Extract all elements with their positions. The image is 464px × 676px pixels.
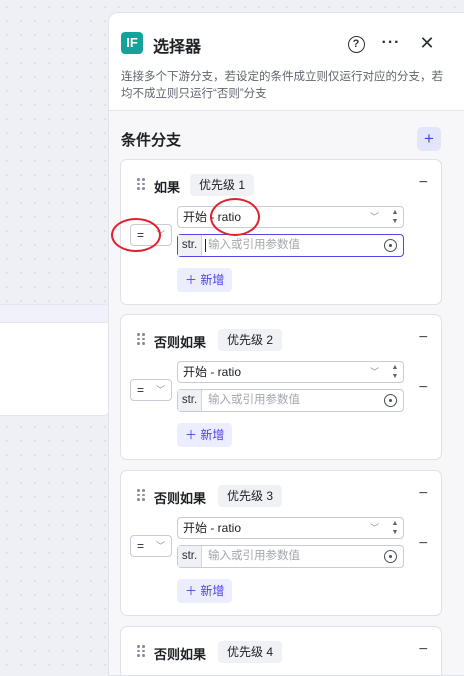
value-placeholder: 输入或引用参数值 bbox=[208, 550, 300, 562]
add-condition-button[interactable]: ＋ 新增 bbox=[177, 268, 233, 292]
type-tag: str. bbox=[178, 235, 202, 256]
value-input[interactable]: str. 输入或引用参数值 bbox=[177, 234, 404, 257]
branch-label: 否则如果 bbox=[154, 335, 207, 350]
help-glyph: ? bbox=[347, 36, 365, 53]
priority-badge: 优先级 3 bbox=[218, 485, 283, 507]
value-input[interactable]: str. 输入或引用参数值 bbox=[177, 545, 404, 568]
branch-card-2: 否则如果 优先级 2 − − = ﹀ 开始 - ratio ﹀ ▲ ▼ str. 输入或引… bbox=[120, 314, 442, 460]
reference-icon[interactable] bbox=[384, 239, 397, 252]
add-branch-button[interactable]: + bbox=[417, 127, 441, 151]
add-condition-button[interactable]: ＋ 新增 bbox=[177, 423, 233, 447]
remove-branch-icon[interactable]: − bbox=[419, 485, 428, 503]
section-title: 条件分支 bbox=[121, 132, 182, 149]
panel-header: IF 选择器 ? ··· ✕ 连接多个下游分支，若设定的条件成立则仅运行对应的分… bbox=[109, 13, 464, 111]
spinner-icon[interactable]: ▲ ▼ bbox=[390, 519, 400, 537]
remove-branch-icon[interactable]: − bbox=[419, 641, 428, 659]
variable-select[interactable]: 开始 - ratio ﹀ ▲ ▼ bbox=[177, 361, 404, 383]
variable-value: 开始 - ratio bbox=[183, 365, 242, 379]
more-icon[interactable]: ··· bbox=[380, 32, 402, 54]
branch-card-4: 否则如果 优先级 4 − bbox=[120, 626, 442, 675]
remove-condition-icon[interactable]: − bbox=[419, 379, 428, 397]
chevron-down-icon: ﹀ bbox=[155, 541, 165, 551]
variable-value: 开始 - ratio bbox=[183, 210, 242, 224]
type-tag: str. bbox=[178, 546, 202, 567]
drag-handle-icon[interactable] bbox=[137, 645, 145, 657]
branch-label: 如果 bbox=[154, 180, 181, 195]
branch-label: 否则如果 bbox=[154, 647, 207, 662]
drag-handle-icon[interactable] bbox=[137, 333, 145, 345]
spin-down-icon: ▼ bbox=[391, 529, 399, 536]
help-icon[interactable]: ? bbox=[345, 32, 367, 54]
chevron-down-icon: ﹀ bbox=[369, 212, 379, 222]
branch-label: 否则如果 bbox=[154, 491, 207, 506]
panel-description: 连接多个下游分支，若设定的条件成立则仅运行对应的分支，若均不成立则只运行“否则”… bbox=[121, 71, 443, 100]
variable-select[interactable]: 开始 - ratio ﹀ ▲ ▼ bbox=[177, 517, 404, 539]
operator-value: = bbox=[137, 383, 145, 397]
add-condition-button[interactable]: ＋ 新增 bbox=[177, 579, 233, 603]
close-icon[interactable]: ✕ bbox=[416, 32, 438, 54]
canvas-node-preview bbox=[0, 304, 110, 416]
priority-badge: 优先级 2 bbox=[218, 329, 283, 351]
text-caret bbox=[205, 239, 206, 252]
chevron-down-icon: ﹀ bbox=[155, 385, 165, 395]
spinner-icon[interactable]: ▲ ▼ bbox=[390, 363, 400, 381]
spin-up-icon: ▲ bbox=[391, 520, 399, 527]
priority-badge: 优先级 4 bbox=[218, 641, 283, 663]
operator-value: = bbox=[137, 539, 145, 553]
selector-panel: IF 选择器 ? ··· ✕ 连接多个下游分支，若设定的条件成立则仅运行对应的分… bbox=[108, 12, 464, 676]
reference-icon[interactable] bbox=[384, 394, 397, 407]
panel-title: 选择器 bbox=[153, 39, 202, 56]
chevron-down-icon: ﹀ bbox=[155, 230, 165, 240]
canvas-node-header bbox=[0, 305, 109, 323]
value-placeholder: 输入或引用参数值 bbox=[208, 394, 300, 406]
drag-handle-icon[interactable] bbox=[137, 489, 145, 501]
remove-branch-icon[interactable]: − bbox=[419, 174, 428, 192]
chevron-down-icon: ﹀ bbox=[369, 523, 379, 533]
branch-card-3: 否则如果 优先级 3 − − = ﹀ 开始 - ratio ﹀ ▲ ▼ str. 输入或引… bbox=[120, 470, 442, 616]
chevron-down-icon: ﹀ bbox=[369, 367, 379, 377]
spin-down-icon: ▼ bbox=[391, 218, 399, 225]
spin-down-icon: ▼ bbox=[391, 373, 399, 380]
operator-value: = bbox=[137, 228, 145, 242]
value-placeholder: 输入或引用参数值 bbox=[208, 239, 300, 251]
type-tag: str. bbox=[178, 390, 202, 411]
remove-condition-icon[interactable]: − bbox=[419, 535, 428, 553]
remove-branch-icon[interactable]: − bbox=[419, 329, 428, 347]
value-input[interactable]: str. 输入或引用参数值 bbox=[177, 389, 404, 412]
spinner-icon[interactable]: ▲ ▼ bbox=[390, 208, 400, 226]
operator-select[interactable]: = ﹀ bbox=[130, 535, 172, 557]
variable-value: 开始 - ratio bbox=[183, 521, 242, 535]
operator-select[interactable]: = ﹀ bbox=[130, 379, 172, 401]
reference-icon[interactable] bbox=[384, 550, 397, 563]
spin-up-icon: ▲ bbox=[391, 209, 399, 216]
variable-select[interactable]: 开始 - ratio ﹀ ▲ ▼ bbox=[177, 206, 404, 228]
priority-badge: 优先级 1 bbox=[190, 174, 255, 196]
if-node-icon: IF bbox=[121, 32, 143, 54]
drag-handle-icon[interactable] bbox=[137, 178, 145, 190]
spin-up-icon: ▲ bbox=[391, 364, 399, 371]
branch-card-1: 如果 优先级 1 − = ﹀ 开始 - ratio ﹀ ▲ ▼ str. 输入或引用参数值… bbox=[120, 159, 442, 305]
operator-select[interactable]: = ﹀ bbox=[130, 224, 172, 246]
